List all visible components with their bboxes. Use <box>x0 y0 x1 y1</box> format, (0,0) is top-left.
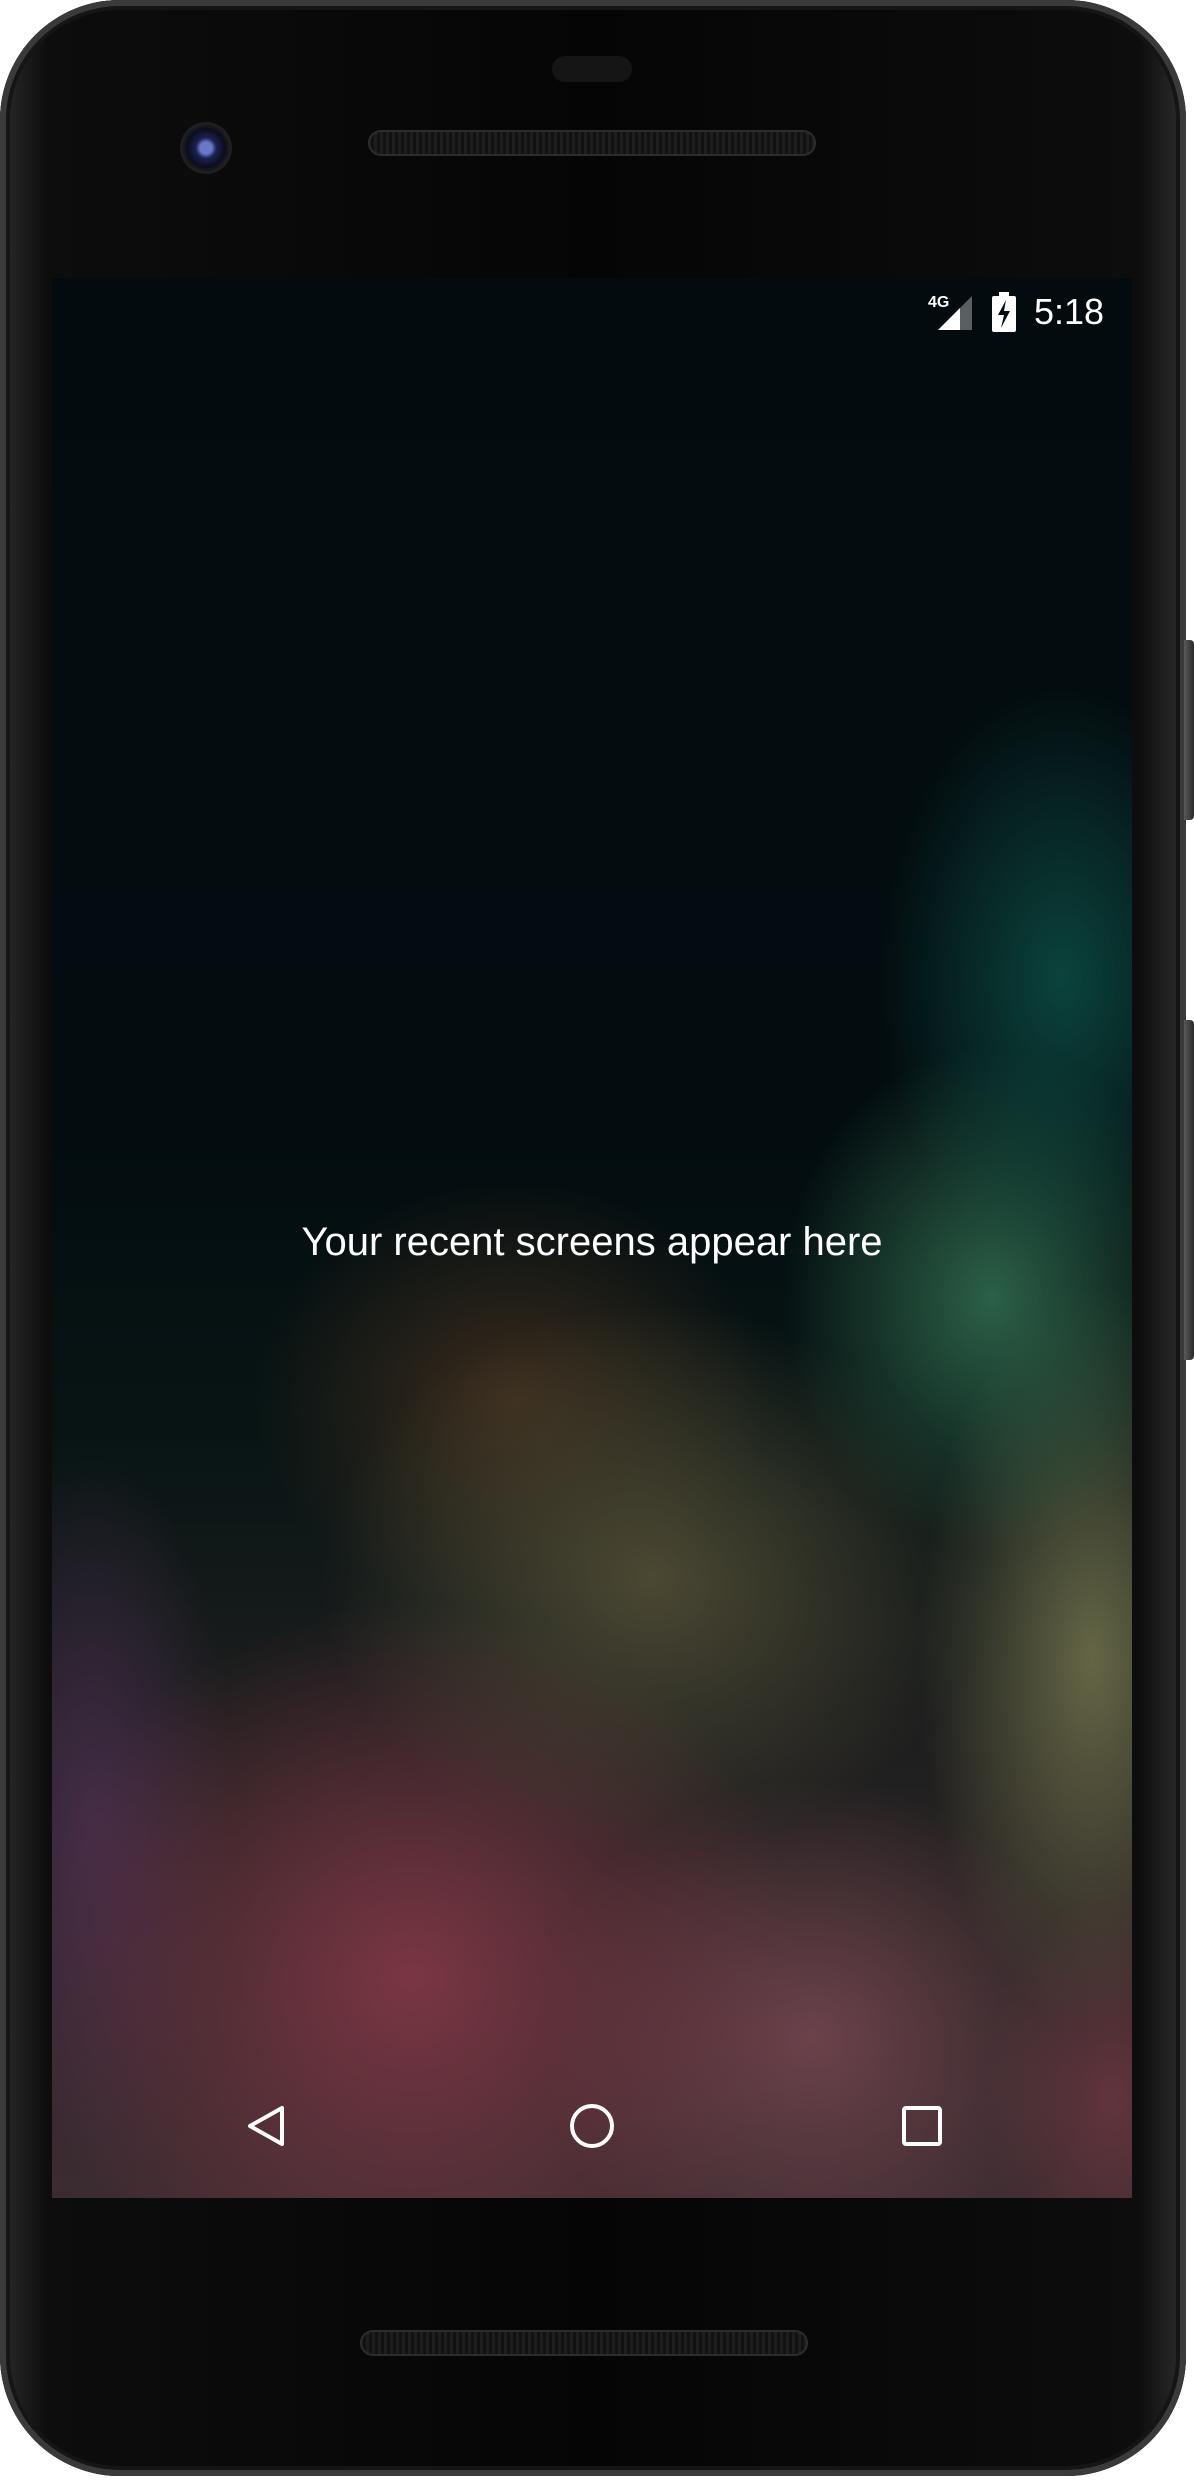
overview-square-icon <box>902 2106 942 2146</box>
power-button <box>1184 640 1194 820</box>
volume-button <box>1184 1020 1194 1360</box>
status-clock: 5:18 <box>1034 291 1105 332</box>
home-button[interactable] <box>544 2078 640 2174</box>
bottom-speaker-grille <box>360 2330 808 2356</box>
navigation-bar <box>52 2054 1132 2198</box>
cell-signal-icon <box>938 296 972 330</box>
phone-frame: 4G 5:18 Your recent screens appear here <box>0 0 1194 2476</box>
screen: 4G 5:18 Your recent screens appear here <box>52 278 1132 2198</box>
home-circle-icon <box>570 2104 614 2148</box>
sensor-notch <box>552 56 632 82</box>
empty-recents-message: Your recent screens appear here <box>301 1220 883 1264</box>
battery-charging-icon <box>992 292 1016 332</box>
overview-button[interactable] <box>874 2078 970 2174</box>
back-triangle-icon <box>248 2106 284 2146</box>
status-bar: 4G 5:18 <box>52 278 1132 350</box>
front-camera-icon <box>180 122 232 174</box>
top-speaker-grille <box>368 130 816 156</box>
back-button[interactable] <box>218 2078 314 2174</box>
